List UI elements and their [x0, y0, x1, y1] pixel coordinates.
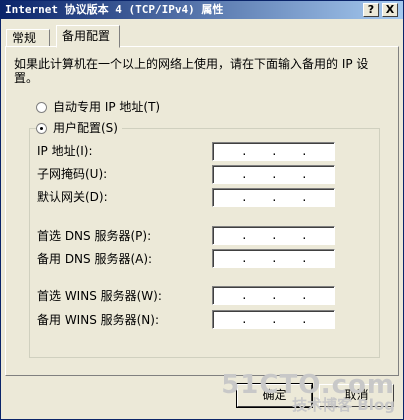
- ok-button[interactable]: 确定: [236, 383, 313, 408]
- title-bar: Internet 协议版本 4 (TCP/IPv4) 属性: [1, 1, 403, 19]
- radio-auto-private-ip[interactable]: 自动专用 IP 地址(T): [36, 100, 160, 114]
- close-button[interactable]: X: [382, 3, 398, 17]
- tab-alternate-config[interactable]: 备用配置: [56, 25, 120, 48]
- preferred-dns-label: 首选 DNS 服务器(P):: [37, 229, 152, 243]
- radio-checked-icon: [36, 123, 47, 134]
- ip-address-label: IP 地址(I):: [37, 144, 93, 158]
- help-button[interactable]: ?: [363, 3, 379, 17]
- radio-user-config[interactable]: 用户配置(S): [36, 121, 122, 135]
- radio-circle-icon: [36, 102, 47, 113]
- alternate-dns-label: 备用 DNS 服务器(A):: [37, 252, 153, 266]
- subnet-mask-label: 子网掩码(U):: [37, 167, 108, 181]
- ip-address-input[interactable]: ...: [212, 142, 335, 161]
- tab-general[interactable]: 常规: [6, 29, 50, 47]
- cancel-button[interactable]: 取消: [319, 384, 394, 407]
- dialog-window: Internet 协议版本 4 (TCP/IPv4) 属性 ? X 常规 备用配…: [0, 0, 404, 420]
- alternate-dns-input[interactable]: ...: [212, 249, 335, 268]
- alternate-wins-label: 备用 WINS 服务器(N):: [37, 313, 160, 327]
- preferred-dns-input[interactable]: ...: [212, 226, 335, 245]
- default-gateway-label: 默认网关(D):: [37, 190, 108, 204]
- radio-user-label: 用户配置(S): [53, 121, 118, 135]
- default-gateway-input[interactable]: ...: [212, 188, 335, 207]
- preferred-wins-input[interactable]: ...: [212, 286, 335, 305]
- description-text: 如果此计算机在一个以上的网络上使用，请在下面输入备用的 IP 设置。: [14, 57, 369, 85]
- radio-auto-label: 自动专用 IP 地址(T): [53, 100, 161, 114]
- alternate-wins-input[interactable]: ...: [212, 310, 335, 329]
- window-title: Internet 协议版本 4 (TCP/IPv4) 属性: [5, 3, 224, 16]
- preferred-wins-label: 首选 WINS 服务器(W):: [37, 289, 162, 303]
- subnet-mask-input[interactable]: ...: [212, 165, 335, 184]
